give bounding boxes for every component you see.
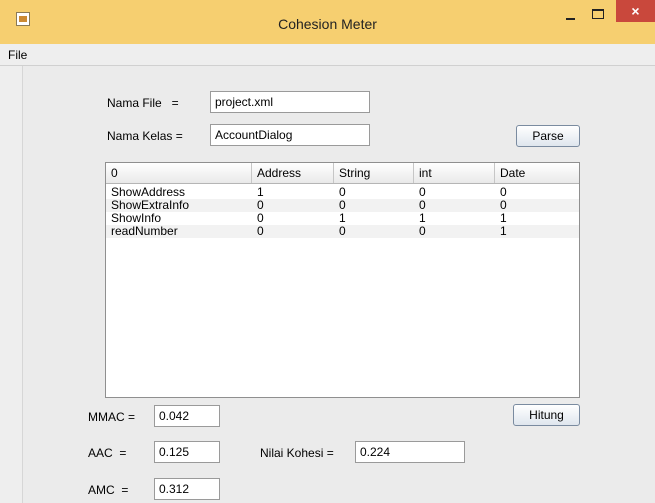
table-cell: 0: [339, 224, 346, 238]
maximize-icon[interactable]: [592, 9, 604, 19]
title-bar: Cohesion Meter ×: [0, 0, 655, 44]
data-table[interactable]: 0 Address String int Date ShowAddress 1 …: [105, 162, 580, 398]
nilai-kohesi-field[interactable]: 0.224: [355, 441, 465, 463]
mmac-field[interactable]: 0.042: [154, 405, 220, 427]
column-header[interactable]: 0: [106, 163, 252, 183]
menu-file[interactable]: File: [8, 48, 27, 62]
column-header[interactable]: Address: [252, 163, 334, 183]
aac-label: AAC =: [88, 446, 127, 460]
hitung-button[interactable]: Hitung: [513, 404, 580, 426]
parse-button[interactable]: Parse: [516, 125, 580, 147]
window-title: Cohesion Meter: [278, 16, 377, 32]
table-cell: 0: [419, 224, 426, 238]
nama-kelas-label: Nama Kelas =: [107, 129, 183, 143]
menu-bar: File: [0, 44, 655, 66]
nilai-kohesi-label: Nilai Kohesi =: [260, 446, 334, 460]
column-header[interactable]: int: [414, 163, 495, 183]
nama-file-field[interactable]: project.xml: [210, 91, 370, 113]
table-cell: 1: [500, 224, 507, 238]
column-header[interactable]: Date: [495, 163, 579, 183]
amc-label: AMC =: [88, 483, 129, 497]
amc-field[interactable]: 0.312: [154, 478, 220, 500]
mmac-label: MMAC =: [88, 410, 136, 424]
table-row[interactable]: readNumber 0 0 0 1: [106, 225, 579, 238]
minimize-icon[interactable]: [564, 12, 578, 20]
column-header[interactable]: String: [334, 163, 414, 183]
nama-kelas-field[interactable]: AccountDialog: [210, 124, 370, 146]
aac-field[interactable]: 0.125: [154, 441, 220, 463]
table-cell: 0: [257, 224, 264, 238]
table-header: 0 Address String int Date: [106, 163, 579, 184]
close-icon[interactable]: ×: [616, 0, 655, 22]
nama-file-label: Nama File =: [107, 96, 179, 110]
table-cell: readNumber: [111, 224, 178, 238]
